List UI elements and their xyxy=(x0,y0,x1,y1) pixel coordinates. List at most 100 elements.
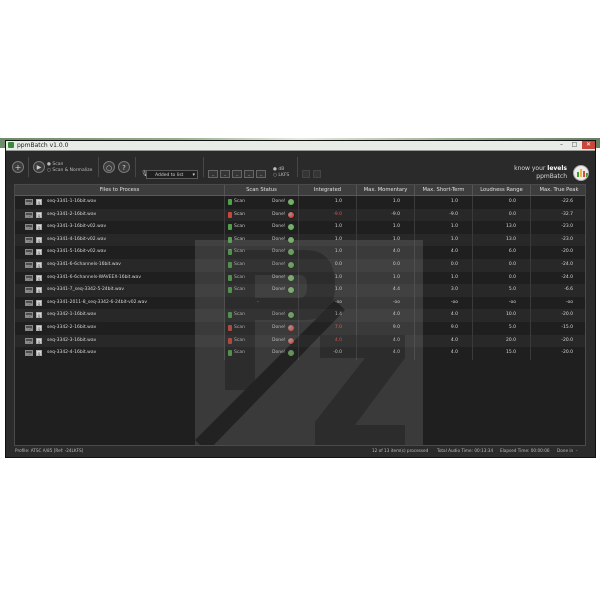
help-icon[interactable]: ? xyxy=(118,161,130,173)
cell-max-momentary: 4.0 xyxy=(357,334,415,348)
table-row[interactable]: REG Qseq-3341-3-16bit-v02.wav Scan Done! 1.0… xyxy=(15,221,585,234)
file-type-badge[interactable]: REG xyxy=(25,249,33,256)
ppm-logo-icon xyxy=(573,165,589,181)
column-header-loudness-range[interactable]: Loudness Range xyxy=(473,185,531,196)
scan-checkbox[interactable] xyxy=(228,337,232,344)
cell-max-momentary: 1.0 xyxy=(357,271,415,285)
add-files-icon[interactable]: + xyxy=(12,161,24,173)
cell-integrated: 4.0 xyxy=(299,334,357,348)
done-label: Done! xyxy=(272,325,286,330)
file-info-icon[interactable]: Q xyxy=(36,350,42,357)
scan-checkbox[interactable] xyxy=(228,236,232,243)
file-type-badge[interactable]: REG xyxy=(25,287,33,294)
play-icon[interactable]: ▶ xyxy=(33,161,45,173)
unit-lkfs-radio[interactable]: ○ LKFS xyxy=(273,173,289,178)
maximize-button[interactable]: □ xyxy=(568,141,581,149)
scan-checkbox[interactable] xyxy=(228,249,232,256)
table-row[interactable]: REG Qseq-3341-6-6channels-WAVEEX-16bit.wa… xyxy=(15,271,585,285)
file-info-icon[interactable]: Q xyxy=(36,287,42,294)
scan-checkbox[interactable] xyxy=(228,287,232,294)
table-row[interactable]: REG Qseq-3342-1-16bit.wav Scan Done! 1.4 4.0 4… xyxy=(15,309,585,322)
cell-loudness-range: 0.0 xyxy=(473,196,531,209)
table-row[interactable]: REG Qseq-3341-1-16bit.wav Scan Done! 1.0 1.0 1… xyxy=(15,196,585,209)
cell-max-short-term: 1.0 xyxy=(415,233,473,247)
scan-checkbox[interactable] xyxy=(228,211,232,218)
extra-button-1[interactable] xyxy=(302,170,310,178)
file-type-badge[interactable]: REG xyxy=(25,274,33,281)
column-header-max-momentary[interactable]: Max. Momentary xyxy=(357,185,415,196)
ok-status-led-icon xyxy=(287,286,295,295)
mode-scan-label: Scan xyxy=(52,162,64,167)
mode-scan-normalize-radio[interactable]: ○ Scan & Normalize xyxy=(47,168,92,173)
file-info-icon[interactable]: Q xyxy=(36,274,42,281)
unit-db-radio[interactable]: ● dB xyxy=(273,167,284,172)
filter-dropdown[interactable]: Added to list ▾ xyxy=(146,170,198,179)
file-info-icon[interactable]: Q xyxy=(36,249,42,256)
cell-loudness-range: 15.0 xyxy=(473,347,531,360)
view-button-2[interactable]: -- xyxy=(220,170,230,178)
scan-label: Scan xyxy=(234,325,245,330)
file-type-badge[interactable]: REG xyxy=(25,211,33,218)
stop-icon[interactable]: ○ xyxy=(103,161,115,173)
scan-label: Scan xyxy=(234,350,245,356)
close-button[interactable]: ✕ xyxy=(582,141,595,149)
table-row[interactable]: REG Qseq-3341-6-6channels-16bit.wav Scan Do… xyxy=(15,259,585,272)
table-row[interactable]: REG Qseq-3342-2-16bit.wav Scan Done! 7.0 9.0 9… xyxy=(15,322,585,335)
mode-scan-radio[interactable]: ● Scan xyxy=(47,162,63,167)
table-row[interactable]: REG Qseq-3342-3-16bit.wav Scan Done! 4.0 4.0 4… xyxy=(15,334,585,348)
minimize-button[interactable]: – xyxy=(555,141,568,149)
column-header-scan-status[interactable]: Scan Status xyxy=(225,185,299,196)
file-type-badge[interactable]: REG xyxy=(25,199,33,205)
scan-checkbox[interactable] xyxy=(228,325,232,331)
file-type-badge[interactable]: REG xyxy=(25,299,33,306)
cell-max-true-peak: -20.0 xyxy=(561,350,573,356)
file-info-icon[interactable]: Q xyxy=(36,211,42,218)
table-row[interactable]: REG Qseq-3341-7_seq-3342-5-24bit.wav Scan D… xyxy=(15,284,585,297)
file-info-icon[interactable]: Q xyxy=(36,312,42,319)
view-button-4[interactable]: -- xyxy=(244,170,254,178)
cell-max-short-term: 4.0 xyxy=(415,347,473,360)
scan-checkbox[interactable] xyxy=(228,262,232,268)
column-header-max-short-term[interactable]: Max. Short-Term xyxy=(415,185,473,196)
file-type-badge[interactable]: REG xyxy=(25,262,33,268)
scan-label: Scan xyxy=(234,236,245,242)
cell-integrated: 1.0 xyxy=(299,246,357,259)
view-button-5[interactable]: -- xyxy=(256,170,266,178)
file-name: seq-3341-5-16bit-v02.wav xyxy=(47,249,107,255)
table-row[interactable]: REG Qseq-3341-5-16bit-v02.wav Scan Done! 1.0… xyxy=(15,246,585,259)
file-info-icon[interactable]: Q xyxy=(36,325,42,331)
table-row[interactable]: REG Qseq-3341-2-16bit.wav Scan Done! -9.0 -9.… xyxy=(15,208,585,222)
file-info-icon[interactable]: Q xyxy=(36,224,42,231)
table-row[interactable]: REG Qseq-3341-2011-8_seq-3342-6-24bit-v02… xyxy=(15,296,585,310)
done-label: Done! xyxy=(272,350,286,356)
file-type-badge[interactable]: REG xyxy=(25,337,33,344)
file-name: seq-3341-1-16bit.wav xyxy=(47,199,97,204)
file-info-icon[interactable]: Q xyxy=(36,337,42,344)
file-type-badge[interactable]: REG xyxy=(25,236,33,243)
scan-checkbox[interactable] xyxy=(228,199,232,205)
file-info-icon[interactable]: Q xyxy=(36,262,42,268)
table-row[interactable]: REG Qseq-3341-4-16bit-v02.wav Scan Done! 1.0… xyxy=(15,233,585,247)
scan-checkbox[interactable] xyxy=(228,274,232,281)
done-label: Done! xyxy=(272,337,286,343)
file-type-badge[interactable]: REG xyxy=(25,224,33,231)
view-button-3[interactable]: -- xyxy=(232,170,242,178)
file-type-badge[interactable]: REG xyxy=(25,350,33,357)
brand-tagline-bold: levels xyxy=(547,165,567,172)
column-header-integrated[interactable]: Integrated xyxy=(299,185,357,196)
file-info-icon[interactable]: Q xyxy=(36,199,42,205)
column-header-max-true-peak[interactable]: Max. True Peak xyxy=(531,185,585,196)
toolbar-divider xyxy=(135,157,136,177)
table-row[interactable]: REG Qseq-3342-4-16bit.wav Scan Done! -0.0 4.0… xyxy=(15,347,585,360)
scan-checkbox[interactable] xyxy=(228,312,232,319)
column-header-files[interactable]: Files to Process xyxy=(15,185,225,196)
extra-button-2[interactable] xyxy=(313,170,321,178)
view-button-1[interactable]: -- xyxy=(208,170,218,178)
file-info-icon[interactable]: Q xyxy=(36,236,42,243)
scan-checkbox[interactable] xyxy=(228,224,232,231)
file-type-badge[interactable]: REG xyxy=(25,312,33,319)
scan-checkbox[interactable] xyxy=(228,350,232,357)
file-info-icon[interactable]: Q xyxy=(36,299,42,306)
cell-loudness-range: 5.0 xyxy=(473,284,531,297)
file-type-badge[interactable]: REG xyxy=(25,325,33,331)
